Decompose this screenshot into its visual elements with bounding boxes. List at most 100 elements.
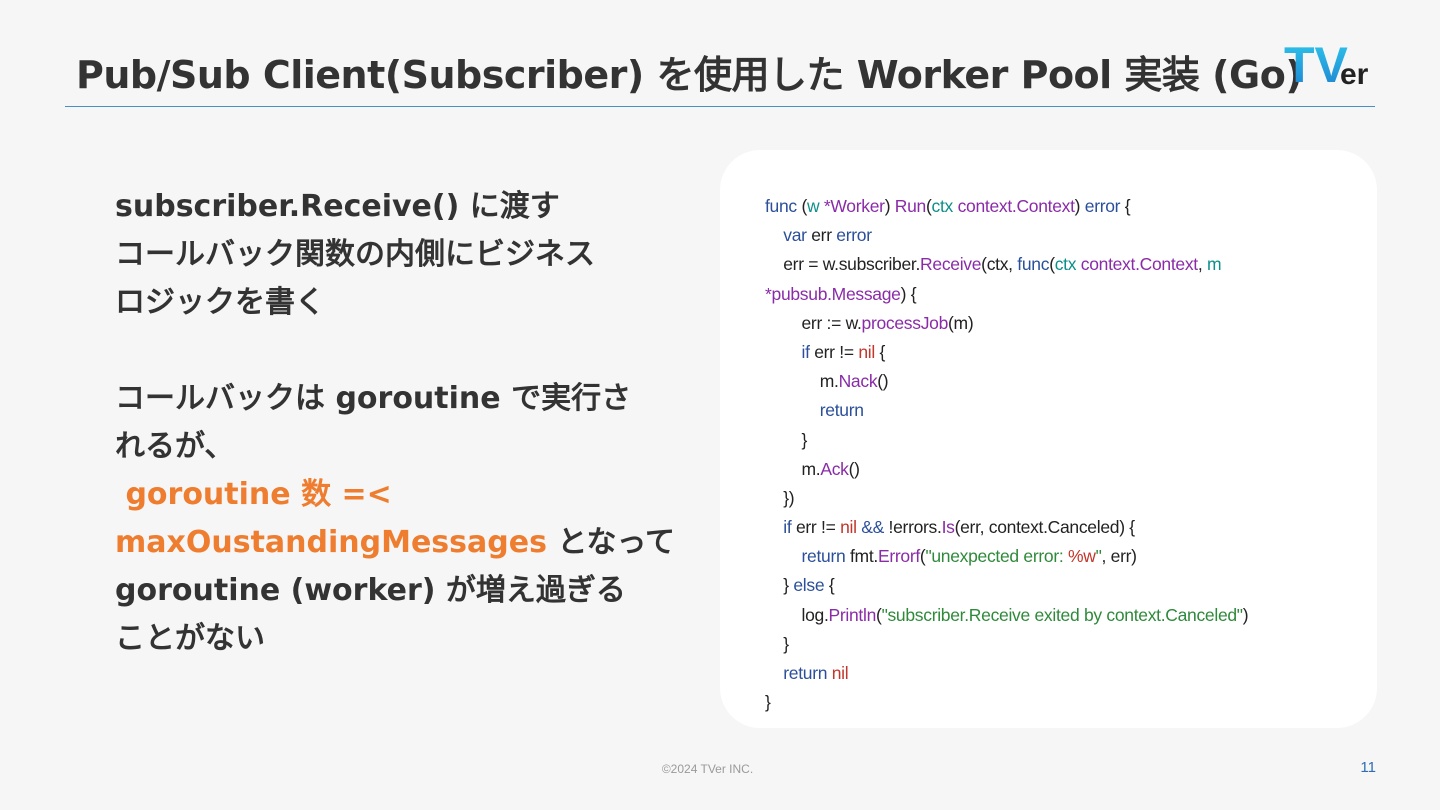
code-token: , err) bbox=[1101, 546, 1137, 567]
highlight-line1: goroutine 数 =< bbox=[115, 477, 392, 512]
code-token: (ctx, bbox=[981, 254, 1018, 275]
code-token: log. bbox=[765, 604, 829, 625]
copyright: ©2024 TVer INC. bbox=[661, 762, 754, 776]
code-line: err := w.processJob(m) bbox=[765, 309, 1365, 338]
code-token: { bbox=[824, 575, 835, 596]
code-token: ctx bbox=[1054, 254, 1077, 275]
code-block: func (w *Worker) Run(ctx context.Context… bbox=[765, 192, 1365, 717]
code-token: !errors. bbox=[883, 517, 942, 538]
code-token: func bbox=[765, 196, 797, 216]
code-token: ) bbox=[884, 196, 895, 216]
code-line: return nil bbox=[765, 659, 1365, 688]
code-line: m.Ack() bbox=[765, 455, 1365, 484]
code-token: nil bbox=[840, 517, 857, 538]
code-token: *Worker bbox=[823, 196, 885, 216]
code-token: (m) bbox=[948, 312, 974, 333]
code-token: Run bbox=[894, 196, 927, 216]
code-token: Receive bbox=[920, 254, 982, 275]
code-token: w bbox=[806, 196, 820, 216]
code-token: () bbox=[877, 371, 889, 392]
code-token: err != bbox=[791, 517, 841, 538]
para1-line3: ロジックを書く bbox=[115, 285, 325, 320]
code-token: Errorf bbox=[877, 546, 920, 567]
explanation-text: subscriber.Receive() に渡す コールバック関数の内側にビジネ… bbox=[115, 183, 675, 663]
slide-title: Pub/Sub Client(Subscriber) を使用した Worker … bbox=[76, 53, 1303, 97]
code-token: { bbox=[874, 341, 886, 362]
code-token: } bbox=[765, 633, 789, 654]
code-token: } bbox=[765, 575, 794, 596]
code-token: *pubsub.Message bbox=[765, 283, 901, 304]
para1-line1: subscriber.Receive() に渡す bbox=[115, 189, 560, 224]
code-token: ) { bbox=[900, 283, 917, 304]
code-line: func (w *Worker) Run(ctx context.Context… bbox=[765, 192, 1365, 221]
code-token: ( bbox=[796, 196, 807, 216]
code-token: err := w. bbox=[765, 312, 862, 333]
code-line: log.Println("subscriber.Receive exited b… bbox=[765, 601, 1365, 630]
code-line: } bbox=[765, 426, 1365, 455]
code-token: else bbox=[793, 575, 825, 596]
code-token: error bbox=[1084, 196, 1121, 216]
code-line: m.Nack() bbox=[765, 367, 1365, 396]
code-token: err bbox=[806, 225, 837, 246]
code-line: err = w.subscriber.Receive(ctx, func(ctx… bbox=[765, 250, 1365, 279]
code-line: }) bbox=[765, 484, 1365, 513]
logo-text-tv: TV bbox=[1284, 38, 1349, 88]
para1-line2: コールバック関数の内側にビジネス bbox=[115, 237, 595, 272]
code-token: nil bbox=[831, 663, 849, 683]
tver-logo: TV er bbox=[1284, 38, 1369, 88]
code-line: } bbox=[765, 630, 1365, 659]
code-token: } bbox=[765, 692, 771, 713]
code-line: *pubsub.Message) { bbox=[765, 280, 1365, 309]
code-token: return bbox=[819, 400, 864, 421]
code-token: Println bbox=[828, 604, 877, 625]
code-token: Is bbox=[941, 517, 955, 538]
highlight-line2: maxOustandingMessages bbox=[115, 525, 547, 560]
code-token: (err, context.Canceled) { bbox=[954, 517, 1136, 538]
para2-line1: コールバックは goroutine で実行さ bbox=[115, 381, 632, 416]
page-number: 11 bbox=[1360, 759, 1376, 776]
code-token: m. bbox=[765, 371, 839, 392]
code-line: } bbox=[765, 688, 1365, 717]
code-token: }) bbox=[765, 487, 795, 508]
code-token: "subscriber.Receive exited by context.Ca… bbox=[881, 604, 1243, 625]
para2-line5: goroutine (worker) が増え過ぎる bbox=[115, 573, 626, 608]
code-token: nil bbox=[858, 341, 875, 362]
para2-line4: maxOustandingMessages となって bbox=[115, 519, 675, 567]
code-token: error bbox=[836, 225, 872, 246]
code-line: if err != nil { bbox=[765, 338, 1365, 367]
code-token: %w bbox=[1067, 546, 1096, 567]
code-token: ) bbox=[1242, 604, 1249, 625]
after-highlight: となって bbox=[546, 525, 675, 560]
code-token: return bbox=[801, 546, 846, 567]
code-line: return bbox=[765, 396, 1365, 425]
code-token: { bbox=[1120, 196, 1131, 216]
code-token: fmt. bbox=[845, 546, 878, 567]
code-token: context.Context bbox=[1080, 254, 1198, 275]
code-token: Nack bbox=[838, 371, 878, 392]
code-token: "unexpected error: bbox=[925, 546, 1068, 567]
code-token: func bbox=[1017, 254, 1050, 275]
code-token: ) bbox=[1074, 196, 1085, 216]
code-token: if bbox=[801, 341, 810, 362]
code-token: err != bbox=[809, 341, 859, 362]
code-token: , bbox=[1197, 254, 1207, 275]
code-token: } bbox=[765, 429, 808, 450]
code-token: return bbox=[783, 663, 828, 683]
code-line: return fmt.Errorf("unexpected error: %w"… bbox=[765, 542, 1365, 571]
code-token: m bbox=[1206, 254, 1222, 275]
para2-line2: れるが、 bbox=[115, 429, 235, 464]
code-token: ctx bbox=[931, 196, 954, 216]
code-token: Ack bbox=[820, 458, 849, 479]
code-token: processJob bbox=[861, 312, 949, 333]
code-line: if err != nil && !errors.Is(err, context… bbox=[765, 513, 1365, 542]
code-token: && bbox=[861, 517, 884, 538]
code-token: var bbox=[783, 225, 807, 246]
code-line: var err error bbox=[765, 221, 1365, 250]
code-token: m. bbox=[765, 458, 821, 479]
